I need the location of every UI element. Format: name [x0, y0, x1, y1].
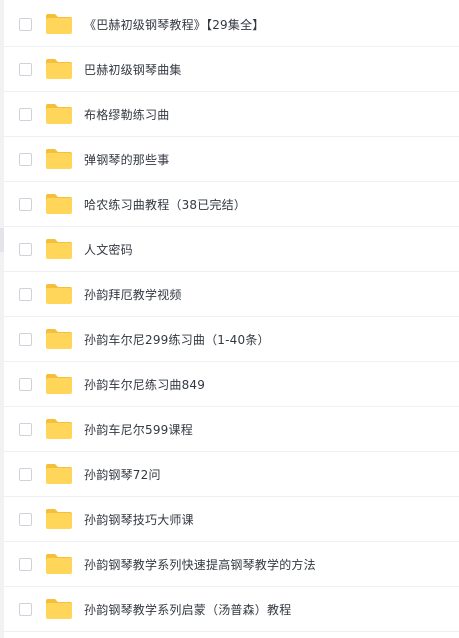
row-checkbox[interactable]	[19, 152, 32, 166]
folder-icon	[46, 59, 72, 79]
row-checkbox[interactable]	[19, 197, 32, 211]
row-checkbox[interactable]	[19, 242, 32, 256]
folder-icon	[46, 419, 72, 439]
file-row[interactable]: 孙韵车尔尼练习曲849	[4, 362, 459, 407]
folder-icon	[46, 329, 72, 349]
folder-icon	[46, 104, 72, 124]
file-row[interactable]: 弹钢琴的那些事	[4, 137, 459, 182]
row-checkbox[interactable]	[19, 107, 32, 121]
file-row[interactable]: 人文密码	[4, 227, 459, 272]
file-row[interactable]: 巴赫初级钢琴曲集	[4, 47, 459, 92]
file-row[interactable]: 孙韵钢琴技巧大师课	[4, 497, 459, 542]
file-row[interactable]: 布格缪勒练习曲	[4, 92, 459, 137]
file-row[interactable]: 孙韵拜厄教学视频	[4, 272, 459, 317]
row-checkbox[interactable]	[19, 557, 32, 571]
file-name[interactable]: 孙韵车尔尼练习曲849	[84, 376, 205, 393]
file-name[interactable]: 哈农练习曲教程（38已完结）	[84, 196, 246, 213]
folder-icon	[46, 599, 72, 619]
file-row[interactable]: 《巴赫初级钢琴教程》【29集全】	[4, 2, 459, 47]
file-name[interactable]: 孙韵钢琴教学系列快速提高钢琴教学的方法	[84, 556, 316, 573]
folder-icon	[46, 554, 72, 574]
row-checkbox[interactable]	[19, 377, 32, 391]
folder-icon	[46, 194, 72, 214]
row-checkbox[interactable]	[19, 287, 32, 301]
row-checkbox[interactable]	[19, 332, 32, 346]
file-name[interactable]: 弹钢琴的那些事	[84, 151, 169, 168]
folder-icon	[46, 14, 72, 34]
file-row[interactable]: 哈农练习曲教程（38已完结）	[4, 182, 459, 227]
file-name[interactable]: 孙韵车尼尔599课程	[84, 421, 193, 438]
folder-icon	[46, 374, 72, 394]
file-list: 《巴赫初级钢琴教程》【29集全】 巴赫初级钢琴曲集 布格缪勒练习曲 弹钢琴的那些…	[0, 0, 459, 638]
file-row[interactable]: 孙韵车尔尼299练习曲（1-40条）	[4, 317, 459, 362]
row-checkbox[interactable]	[19, 422, 32, 436]
file-row[interactable]: 孙韵钢琴教学系列快速提高钢琴教学的方法	[4, 542, 459, 587]
folder-icon	[46, 464, 72, 484]
file-name[interactable]: 布格缪勒练习曲	[84, 106, 169, 123]
folder-icon	[46, 509, 72, 529]
file-name[interactable]: 孙韵车尔尼299练习曲（1-40条）	[84, 331, 270, 348]
file-name[interactable]: 巴赫初级钢琴曲集	[84, 61, 182, 78]
row-checkbox[interactable]	[19, 467, 32, 481]
file-name[interactable]: 孙韵钢琴72问	[84, 466, 161, 483]
row-checkbox[interactable]	[19, 17, 32, 31]
file-name[interactable]: 《巴赫初级钢琴教程》【29集全】	[84, 16, 264, 33]
row-checkbox[interactable]	[19, 602, 32, 616]
file-name[interactable]: 孙韵钢琴技巧大师课	[84, 511, 194, 528]
row-checkbox[interactable]	[19, 62, 32, 76]
file-name[interactable]: 人文密码	[84, 241, 133, 258]
file-name[interactable]: 孙韵拜厄教学视频	[84, 286, 182, 303]
file-row[interactable]: 孙韵钢琴72问	[4, 452, 459, 497]
file-name[interactable]: 孙韵钢琴教学系列启蒙（汤普森）教程	[84, 601, 291, 618]
folder-icon	[46, 284, 72, 304]
file-row[interactable]: 孙韵车尼尔599课程	[4, 407, 459, 452]
file-row[interactable]: 孙韵钢琴教学系列启蒙（汤普森）教程	[4, 587, 459, 632]
folder-icon	[46, 239, 72, 259]
row-checkbox[interactable]	[19, 512, 32, 526]
folder-icon	[46, 149, 72, 169]
